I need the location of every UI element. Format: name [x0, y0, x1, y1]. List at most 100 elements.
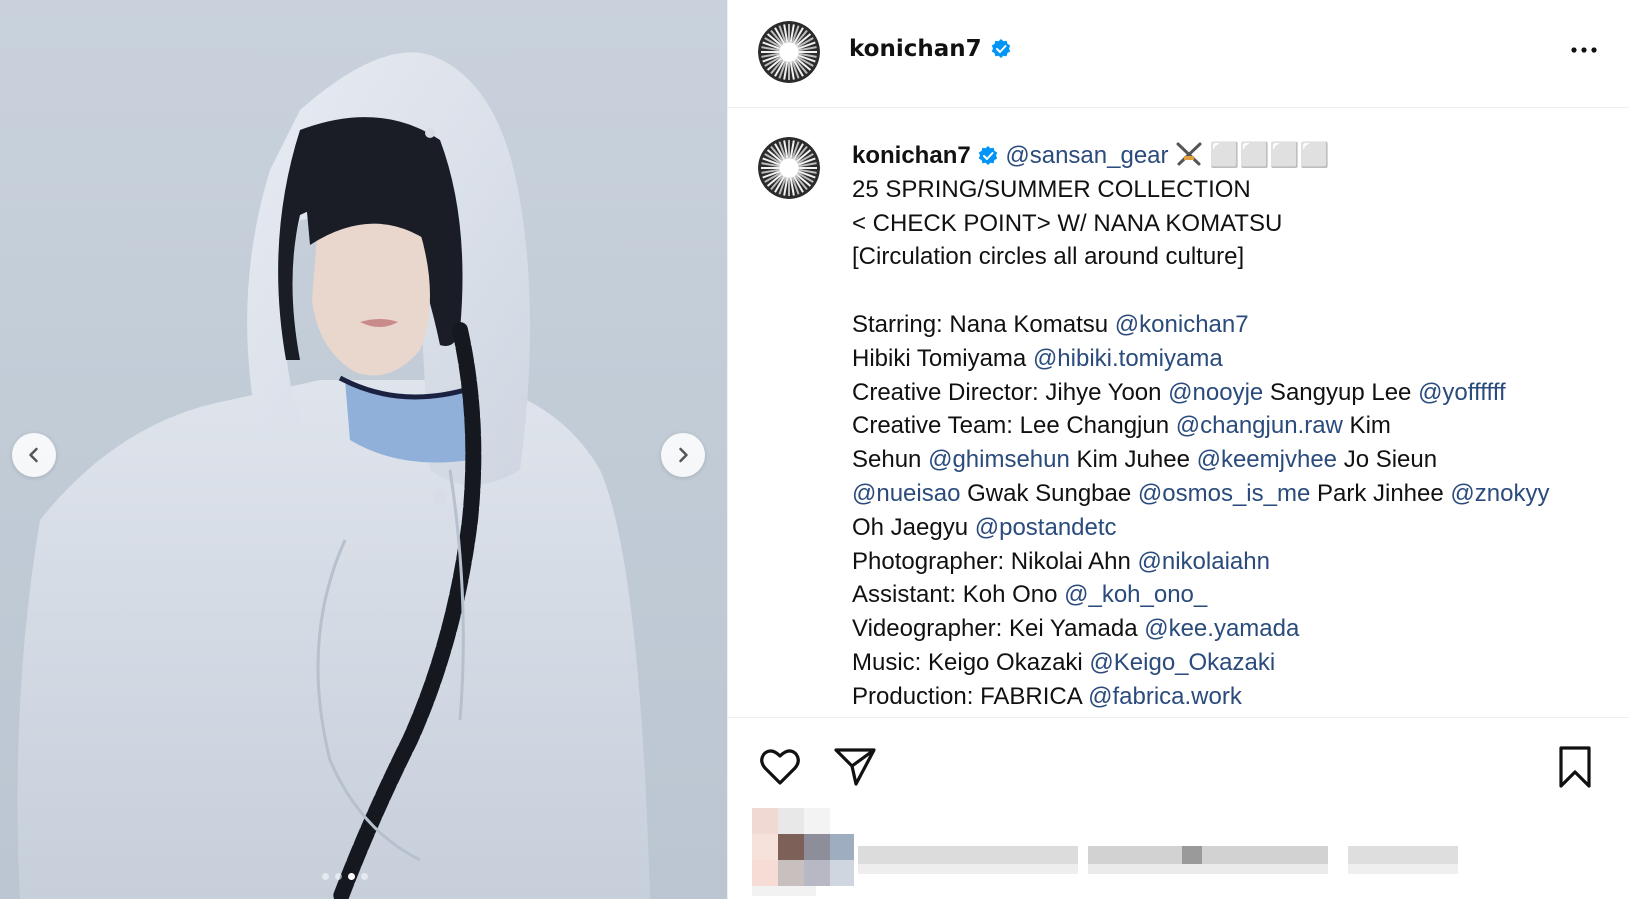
header-username: konichan7 [849, 36, 982, 62]
chevron-right-icon [679, 447, 688, 463]
pixel-block [804, 860, 830, 886]
verified-badge-icon [978, 145, 997, 165]
mention-link[interactable]: @hibiki.tomiyama [1033, 345, 1223, 372]
pixel-block [1348, 846, 1458, 864]
caption-line: < CHECK POINT> W/ NANA KOMATSU [852, 209, 1283, 237]
carousel-next-button[interactable] [661, 433, 705, 477]
pixel-block [830, 834, 854, 860]
mention-link[interactable]: @changjun.raw [1176, 412, 1343, 439]
unrendered-glyphs: ⬜⬜⬜⬜ [1209, 142, 1330, 169]
caption-credit-line: Creative Director: Jihye Yoon @nooyje Sa… [852, 376, 1592, 410]
mention-link[interactable]: @ghimsehun [928, 446, 1070, 473]
credit-text: Videographer: Kei Yamada [852, 615, 1145, 643]
more-options-icon[interactable] [1568, 40, 1600, 60]
header-username-link[interactable]: konichan7 [849, 36, 1012, 62]
caption-credits: Starring: Nana Komatsu @konichan7 Hibiki … [852, 308, 1592, 714]
pixel-block [1182, 846, 1202, 864]
credit-text: Gwak Sungbae [960, 479, 1138, 507]
mention-link[interactable]: @nueisao [852, 480, 960, 507]
pixel-block [778, 860, 804, 886]
bookmark-icon[interactable] [1552, 744, 1598, 790]
mention-link[interactable]: @znokyy [1450, 480, 1549, 507]
caption-credit-line: Assistant: Koh Ono @_koh_ono_ [852, 578, 1592, 612]
carousel-dot-active [348, 873, 355, 880]
carousel-dot [335, 873, 342, 880]
pixel-block [752, 808, 778, 834]
mention-link[interactable]: @nikolaiahn [1138, 548, 1270, 575]
avatar[interactable] [758, 21, 820, 83]
caption-line: 25 SPRING/SUMMER COLLECTION [852, 175, 1251, 203]
credit-text: Starring: Nana Komatsu [852, 310, 1115, 338]
caption-credit-line: Photographer: Nikolai Ahn @nikolaiahn [852, 545, 1592, 579]
pixel-block [804, 834, 830, 860]
credit-text: Creative Director: Jihye Yoon [852, 378, 1169, 406]
heart-icon[interactable] [757, 744, 803, 790]
carousel-dot [322, 873, 329, 880]
caption-first-line: konichan7 @sansan_gear ⬜⬜⬜⬜ [852, 139, 1592, 173]
caption-username-link[interactable]: konichan7 [852, 139, 999, 173]
credit-text: Jo Sieun [1337, 446, 1438, 474]
caption-area: konichan7 @sansan_gear ⬜⬜⬜⬜ 25 SPRING/SU… [728, 108, 1629, 718]
credit-text: Music: Keigo Okazaki [852, 648, 1090, 676]
mention-link[interactable]: @fabrica.work [1088, 683, 1242, 710]
mention-link[interactable]: @yoffffff [1418, 379, 1506, 406]
action-bar [728, 718, 1629, 798]
caption-credit-line: Videographer: Kei Yamada @kee.yamada [852, 612, 1592, 646]
mention-link[interactable]: @Keigo_Okazaki [1089, 649, 1275, 676]
caption-credit-line: Hibiki Tomiyama @hibiki.tomiyama [852, 342, 1592, 376]
credit-text: Photographer: Nikolai Ahn [852, 547, 1138, 575]
avatar-image [758, 21, 820, 83]
pixel-block [804, 808, 830, 834]
pixel-block [858, 864, 1078, 874]
caption-username: konichan7 [852, 142, 971, 169]
credit-text: Sangyup Lee [1263, 378, 1419, 406]
pixel-block [752, 834, 778, 860]
mention-link[interactable]: @konichan7 [1115, 311, 1249, 338]
caption-line: [Circulation circles all around culture] [852, 243, 1245, 271]
mention-link[interactable]: @postandetc [975, 514, 1117, 541]
post-photo [17, 52, 650, 899]
post-caption: konichan7 @sansan_gear ⬜⬜⬜⬜ 25 SPRING/SU… [852, 139, 1592, 714]
credit-text: Assistant: Koh Ono [852, 581, 1065, 609]
pixel-block [830, 860, 854, 886]
mention-link[interactable]: @osmos_is_me [1138, 480, 1310, 507]
credit-text: Kim Juhee [1069, 446, 1197, 474]
post-header: konichan7 [728, 0, 1629, 108]
mention-link[interactable]: @_koh_ono_ [1064, 581, 1207, 608]
caption-credit-line: @nueisao Gwak Sungbae @osmos_is_me Park … [852, 477, 1592, 511]
pixel-block [858, 846, 1078, 864]
mention-link[interactable]: @kee.yamada [1144, 615, 1299, 642]
avatar-image [758, 137, 820, 199]
caption-avatar[interactable] [758, 137, 820, 199]
pixel-block [1088, 864, 1328, 874]
credit-text: Production: FABRICA [852, 682, 1089, 710]
carousel-prev-button[interactable] [12, 433, 56, 477]
caption-credit-line: Creative Team: Lee Changjun @changjun.ra… [852, 409, 1592, 443]
credit-text: Oh Jaegyu [852, 513, 975, 541]
pixel-block [1088, 846, 1328, 864]
caption-credit-line: Sehun @ghimsehun Kim Juhee @keemjvhee Jo… [852, 443, 1592, 477]
credit-text: Park Jinhee [1310, 479, 1451, 507]
caption-credit-line: Oh Jaegyu @postandetc [852, 511, 1592, 545]
mention-link[interactable]: @nooyje [1168, 379, 1263, 406]
mention-link[interactable]: @sansan_gear [1005, 142, 1168, 169]
credit-text: Sehun [852, 446, 929, 474]
pixel-block [752, 886, 816, 896]
likes-row-blurred [752, 808, 1602, 898]
post-media[interactable] [0, 0, 727, 899]
credit-text: Creative Team: Lee Changjun [852, 412, 1176, 440]
credit-text: Kim [1342, 412, 1391, 440]
carousel-dot [361, 873, 368, 880]
send-icon[interactable] [832, 744, 878, 790]
verified-badge-icon [991, 39, 1010, 58]
pixel-block [778, 808, 804, 834]
carousel-indicator [322, 873, 368, 880]
chevron-left-icon [29, 447, 38, 463]
pixel-block [752, 860, 778, 886]
caption-credit-line: Starring: Nana Komatsu @konichan7 [852, 308, 1592, 342]
crossed-swords-icon [1176, 142, 1202, 166]
pixel-block [778, 834, 804, 860]
mention-link[interactable]: @keemjvhee [1197, 446, 1337, 473]
credit-text: Hibiki Tomiyama [852, 344, 1033, 372]
